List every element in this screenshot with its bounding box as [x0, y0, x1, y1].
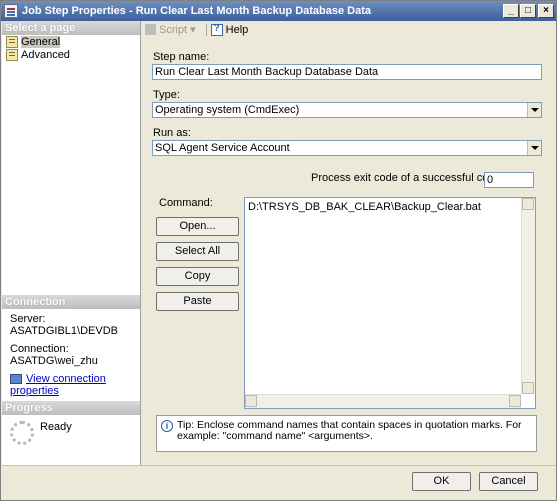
toolbar: Script ▾ Help [141, 21, 556, 38]
app-icon [4, 4, 18, 18]
help-icon [210, 23, 223, 36]
command-horizontal-scrollbar[interactable] [245, 394, 521, 408]
cancel-button[interactable]: Cancel [479, 472, 538, 491]
view-connection-link[interactable]: View connection properties [10, 373, 106, 397]
run-as-value: SQL Agent Service Account [155, 142, 290, 154]
minimize-button[interactable]: _ [503, 4, 519, 18]
tip-text: Tip: Enclose command names that contain … [177, 419, 522, 442]
scroll-left-icon[interactable] [245, 395, 257, 407]
page-icon [6, 48, 18, 61]
ok-button[interactable]: OK [412, 472, 471, 491]
scroll-up-icon[interactable] [522, 198, 534, 210]
window-title: Job Step Properties - Run Clear Last Mon… [22, 5, 372, 17]
connection-section: Connection Server: ASATDGIBL1\DEVDB Conn… [2, 295, 140, 401]
page-item-label: General [21, 35, 61, 48]
script-dropdown-icon: ▾ [190, 24, 196, 36]
close-button[interactable]: × [538, 4, 554, 18]
chevron-down-icon[interactable] [527, 141, 541, 155]
page-icon [6, 35, 18, 48]
script-label: Script [159, 23, 188, 36]
copy-button[interactable]: Copy [156, 267, 239, 286]
open-button[interactable]: Open... [156, 217, 239, 236]
run-as-label: Run as: [153, 127, 191, 139]
page-item-advanced[interactable]: Advanced [2, 48, 140, 61]
info-icon: i [161, 420, 173, 432]
page-item-label: Advanced [21, 48, 70, 61]
step-name-input[interactable]: Run Clear Last Month Backup Database Dat… [152, 64, 542, 80]
left-pane: Select a page General Advanced Connectio… [2, 21, 141, 465]
command-textarea[interactable]: D:\TRSYS_DB_BAK_CLEAR\Backup_Clear.bat [244, 197, 536, 409]
help-button[interactable]: Help [210, 23, 249, 36]
connection-info: Server: ASATDGIBL1\DEVDB Connection: ASA… [2, 309, 140, 401]
chevron-down-icon[interactable] [527, 103, 541, 117]
scroll-right-icon[interactable] [509, 395, 521, 407]
command-label: Command: [159, 197, 213, 209]
connection-value: ASATDG\wei_zhu [10, 355, 98, 367]
server-value: ASATDGIBL1\DEVDB [10, 325, 118, 337]
connection-label: Connection: [10, 343, 69, 355]
tip-box: i Tip: Enclose command names that contai… [156, 415, 537, 452]
progress-spinner-icon [10, 421, 34, 445]
right-pane: Script ▾ Help Step name: Run Clear Last … [141, 21, 556, 465]
progress-status: Ready [40, 421, 72, 433]
progress-header: Progress [2, 401, 140, 415]
help-label: Help [225, 23, 249, 36]
type-label: Type: [153, 89, 180, 101]
page-item-general[interactable]: General [2, 35, 140, 48]
server-label: Server: [10, 313, 46, 325]
select-all-button[interactable]: Select All [156, 242, 239, 261]
select-page-header: Select a page [2, 21, 140, 35]
command-text: D:\TRSYS_DB_BAK_CLEAR\Backup_Clear.bat [248, 201, 481, 213]
command-vertical-scrollbar[interactable] [521, 198, 535, 394]
toolbar-separator [205, 23, 207, 36]
script-icon [145, 24, 156, 35]
progress-section: Progress Ready [2, 401, 140, 455]
script-button[interactable]: Script ▾ [145, 23, 196, 36]
view-connection-properties[interactable]: View connection properties [10, 373, 132, 397]
title-bar: Job Step Properties - Run Clear Last Mon… [1, 1, 556, 21]
type-value: Operating system (CmdExec) [155, 104, 300, 116]
paste-button[interactable]: Paste [156, 292, 239, 311]
connection-header: Connection [2, 295, 140, 309]
type-select[interactable]: Operating system (CmdExec) [152, 102, 542, 118]
run-as-select[interactable]: SQL Agent Service Account [152, 140, 542, 156]
dialog-footer: OK Cancel [2, 465, 556, 500]
connection-properties-icon [10, 374, 22, 385]
job-step-properties-window: Job Step Properties - Run Clear Last Mon… [0, 0, 557, 501]
maximize-button[interactable]: □ [520, 4, 536, 18]
scroll-down-icon[interactable] [522, 382, 534, 394]
step-name-label: Step name: [153, 51, 210, 63]
exit-code-input[interactable]: 0 [484, 172, 534, 188]
